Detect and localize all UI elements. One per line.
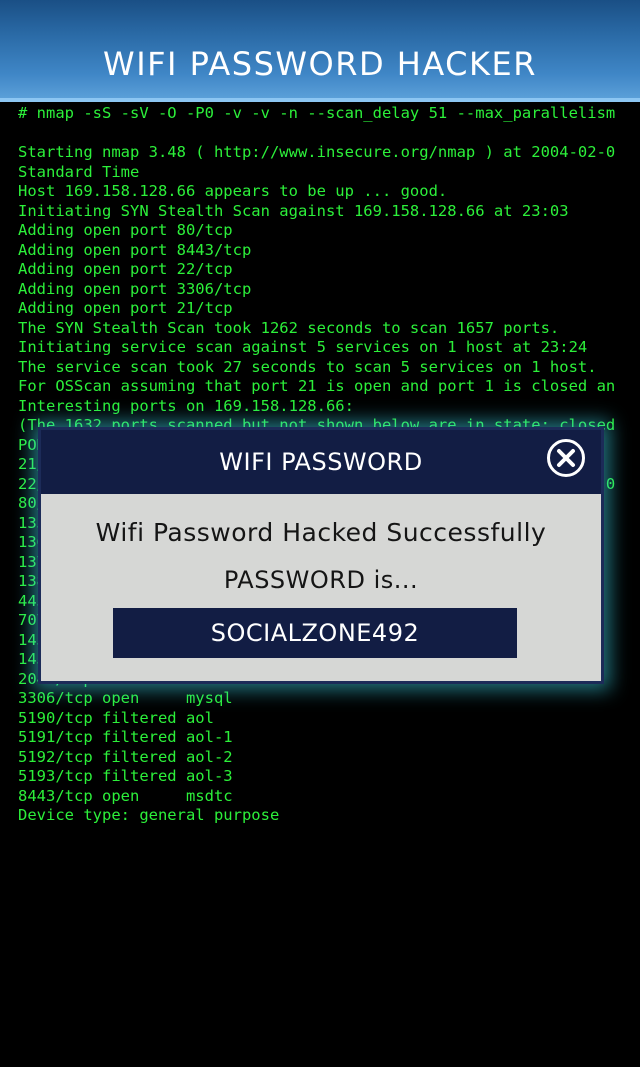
terminal-line: Starting nmap 3.48 ( http://www.insecure… <box>18 143 616 161</box>
terminal-line: Host 169.158.128.66 appears to be up ...… <box>18 182 448 200</box>
terminal-line: The service scan took 27 seconds to scan… <box>18 357 597 376</box>
close-x-glyph <box>557 449 575 467</box>
terminal-line: Initiating service scan against 5 servic… <box>18 338 588 356</box>
terminal-line: 5191/tcp filtered aol-1 <box>18 728 233 746</box>
close-icon[interactable] <box>547 439 585 477</box>
terminal-line: # nmap -sS -sV -O -P0 -v -v -n --scan_de… <box>18 104 616 122</box>
terminal-line: Adding open port 8443/tcp <box>18 240 252 259</box>
terminal-line: For OSScan assuming that port 21 is open… <box>18 377 616 395</box>
password-value-box: SOCIALZONE492 <box>113 608 517 658</box>
password-dialog: WIFI PASSWORD Wifi Password Hacked Succe… <box>38 427 604 684</box>
dialog-header: WIFI PASSWORD <box>41 430 601 494</box>
terminal-line: Adding open port 80/tcp <box>18 221 233 239</box>
terminal-line: 5190/tcp filtered aol <box>18 708 214 727</box>
terminal-line: Device type: general purpose <box>18 806 280 824</box>
password-value: SOCIALZONE492 <box>210 619 420 647</box>
terminal-line: Standard Time <box>18 162 140 181</box>
app-title: WIFI PASSWORD HACKER <box>103 45 537 83</box>
terminal-line: Interesting ports on 169.158.128.66: <box>18 396 354 415</box>
terminal-line: 8443/tcp open msdtc <box>18 786 233 805</box>
terminal-line: 5192/tcp filtered aol-2 <box>18 747 233 766</box>
terminal-line: Adding open port 22/tcp <box>18 260 233 278</box>
app-header: WIFI PASSWORD HACKER <box>0 0 640 102</box>
password-label: PASSWORD is... <box>223 566 419 594</box>
terminal-line: 3306/tcp open mysql <box>18 689 233 707</box>
terminal-line: Adding open port 21/tcp <box>18 299 233 317</box>
dialog-title: WIFI PASSWORD <box>219 448 423 476</box>
dialog-message: Wifi Password Hacked Successfully <box>95 518 547 547</box>
terminal-line: Initiating SYN Stealth Scan against 169.… <box>18 201 569 220</box>
terminal-line: 5193/tcp filtered aol-3 <box>18 767 233 785</box>
terminal-line: The SYN Stealth Scan took 1262 seconds t… <box>18 318 560 337</box>
terminal-line: Adding open port 3306/tcp <box>18 279 252 298</box>
